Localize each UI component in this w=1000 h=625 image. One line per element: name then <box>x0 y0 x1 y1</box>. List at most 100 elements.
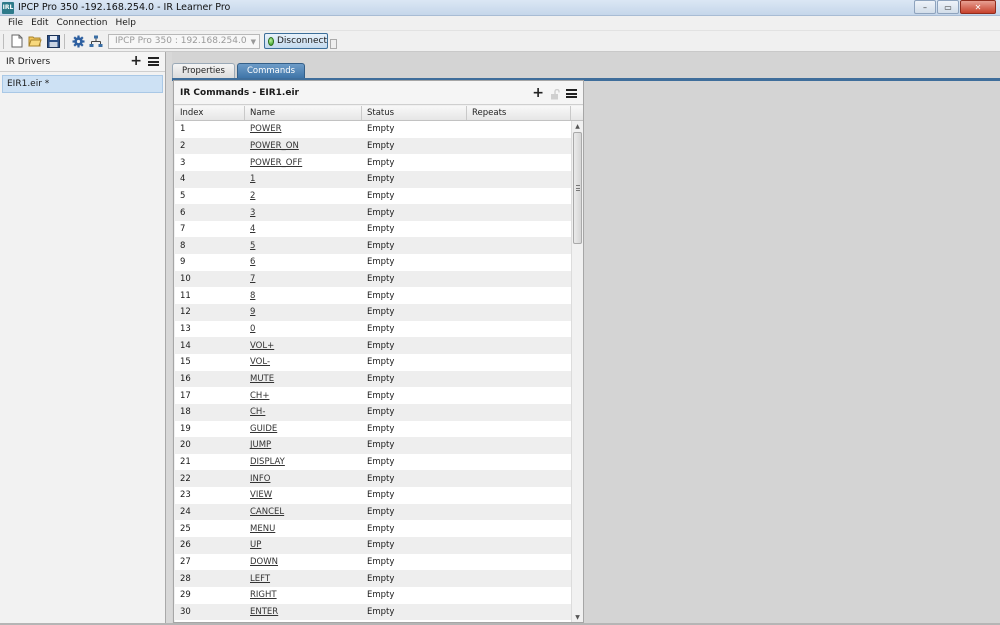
table-row[interactable]: 22 INFO Empty <box>175 470 571 488</box>
cell-name[interactable]: DISPLAY <box>245 457 362 467</box>
cell-name[interactable]: VIEW <box>245 490 362 500</box>
table-row[interactable]: 19 GUIDE Empty <box>175 420 571 438</box>
menu-file[interactable]: File <box>0 18 27 28</box>
table-row[interactable]: 17 CH+ Empty <box>175 387 571 404</box>
cell-name[interactable]: 7 <box>245 274 362 284</box>
table-row[interactable]: 7 4 Empty <box>175 220 571 238</box>
cell-name[interactable]: CH- <box>245 407 362 417</box>
network-button[interactable] <box>88 33 104 49</box>
cell-name[interactable]: POWER <box>245 124 362 134</box>
table-row[interactable]: 1 POWER Empty <box>175 121 571 138</box>
table-row[interactable]: 8 5 Empty <box>175 237 571 255</box>
cell-status: Empty <box>367 457 395 468</box>
table-row[interactable]: 10 7 Empty <box>175 270 571 288</box>
table-row[interactable]: 6 3 Empty <box>175 204 571 221</box>
add-driver-plus-icon[interactable]: + <box>130 54 142 68</box>
table-row[interactable]: 26 UP Empty <box>175 537 571 554</box>
driver-item-eir1[interactable]: EIR1.eir * <box>2 75 163 93</box>
gear-icon <box>72 35 84 47</box>
table-row[interactable]: 14 VOL+ Empty <box>175 337 571 354</box>
table-row[interactable]: 13 0 Empty <box>175 320 571 338</box>
table-scrollbar[interactable]: ▲ ▼ <box>571 121 583 622</box>
scroll-up-arrow-icon[interactable]: ▲ <box>572 121 583 131</box>
table-row[interactable]: 18 CH- Empty <box>175 403 571 421</box>
table-row[interactable]: 12 9 Empty <box>175 304 571 321</box>
table-row[interactable]: 25 MENU Empty <box>175 520 571 538</box>
column-header-repeats[interactable]: Repeats <box>467 106 571 120</box>
cell-index: 30 <box>180 606 191 617</box>
cell-name[interactable]: 9 <box>245 307 362 317</box>
table-row[interactable]: 5 2 Empty <box>175 187 571 205</box>
cell-status: Empty <box>367 157 395 168</box>
table-row[interactable]: 30 ENTER Empty <box>175 603 571 621</box>
cell-name[interactable]: CH+ <box>245 391 362 401</box>
menu-connection[interactable]: Connection <box>53 18 112 28</box>
menu-edit[interactable]: Edit <box>27 18 52 28</box>
column-header-name[interactable]: Name <box>245 106 362 120</box>
cell-name[interactable]: RIGHT <box>245 590 362 600</box>
add-command-plus-icon[interactable]: + <box>532 86 544 100</box>
table-row[interactable]: 29 RIGHT Empty <box>175 586 571 604</box>
scroll-down-arrow-icon[interactable]: ▼ <box>572 612 583 622</box>
cell-name[interactable]: 4 <box>245 224 362 234</box>
table-row[interactable]: 23 VIEW Empty <box>175 487 571 504</box>
table-row[interactable]: 24 CANCEL Empty <box>175 503 571 521</box>
cell-name[interactable]: 6 <box>245 257 362 267</box>
cell-name[interactable]: JUMP <box>245 440 362 450</box>
cell-name[interactable]: LEFT <box>245 574 362 584</box>
column-header-index[interactable]: Index <box>175 106 245 120</box>
cell-name[interactable]: ENTER <box>245 607 362 617</box>
table-row[interactable]: 4 1 Empty <box>175 170 571 188</box>
cell-name[interactable]: POWER_OFF <box>245 158 362 168</box>
cell-index: 11 <box>180 290 191 301</box>
table-row[interactable]: 2 POWER_ON Empty <box>175 137 571 155</box>
cell-name[interactable]: DOWN <box>245 557 362 567</box>
save-button[interactable] <box>45 33 61 49</box>
open-folder-button[interactable] <box>27 33 43 49</box>
cell-name[interactable]: UP <box>245 540 362 550</box>
cell-name[interactable]: CANCEL <box>245 507 362 517</box>
cell-name[interactable]: 2 <box>245 191 362 201</box>
cell-index: 7 <box>180 224 186 235</box>
scrollbar-thumb[interactable] <box>573 132 582 244</box>
maximize-button[interactable]: ▭ <box>937 0 959 14</box>
table-row[interactable]: 27 DOWN Empty <box>175 553 571 571</box>
table-row[interactable]: 3 POWER_OFF Empty <box>175 154 571 171</box>
cell-name[interactable]: GUIDE <box>245 424 362 434</box>
table-row[interactable]: 15 VOL- Empty <box>175 353 571 371</box>
cell-name[interactable]: INFO <box>245 474 362 484</box>
close-button[interactable]: ✕ <box>960 0 996 14</box>
disconnect-button[interactable]: Disconnect <box>264 33 328 49</box>
settings-button[interactable] <box>70 33 86 49</box>
cell-name[interactable]: 5 <box>245 241 362 251</box>
menu-help[interactable]: Help <box>111 18 140 28</box>
toolbar-overflow-handle[interactable] <box>330 39 337 49</box>
new-file-button[interactable] <box>9 33 25 49</box>
cell-name[interactable]: MENU <box>245 524 362 534</box>
table-row[interactable]: 28 LEFT Empty <box>175 570 571 587</box>
table-row[interactable]: 9 6 Empty <box>175 254 571 271</box>
cell-status: Empty <box>367 324 395 334</box>
cell-name[interactable]: 3 <box>245 208 362 218</box>
cell-name[interactable]: 0 <box>245 324 362 334</box>
tab-commands[interactable]: Commands <box>236 63 306 78</box>
cell-name[interactable]: 8 <box>245 291 362 301</box>
table-row[interactable]: 11 8 Empty <box>175 287 571 305</box>
cell-status: Empty <box>367 274 395 285</box>
cell-name[interactable]: 1 <box>245 174 362 184</box>
commands-menu-hamburger-icon[interactable] <box>566 89 577 98</box>
cell-name[interactable]: VOL+ <box>245 341 362 351</box>
minimize-button[interactable]: – <box>914 0 936 14</box>
drivers-menu-hamburger-icon[interactable] <box>148 57 159 66</box>
column-header-status[interactable]: Status <box>362 106 467 120</box>
table-row[interactable]: 20 JUMP Empty <box>175 437 571 454</box>
cell-name[interactable]: VOL- <box>245 357 362 367</box>
cell-name[interactable]: MUTE <box>245 374 362 384</box>
table-row[interactable]: 16 MUTE Empty <box>175 370 571 388</box>
device-select[interactable]: IPCP Pro 350 : 192.168.254.0 ▼ <box>108 33 260 49</box>
cell-index: 8 <box>180 240 186 251</box>
cell-index: 17 <box>180 390 191 401</box>
cell-name[interactable]: POWER_ON <box>245 141 362 151</box>
tab-properties[interactable]: Properties <box>172 63 235 78</box>
table-row[interactable]: 21 DISPLAY Empty <box>175 453 571 471</box>
